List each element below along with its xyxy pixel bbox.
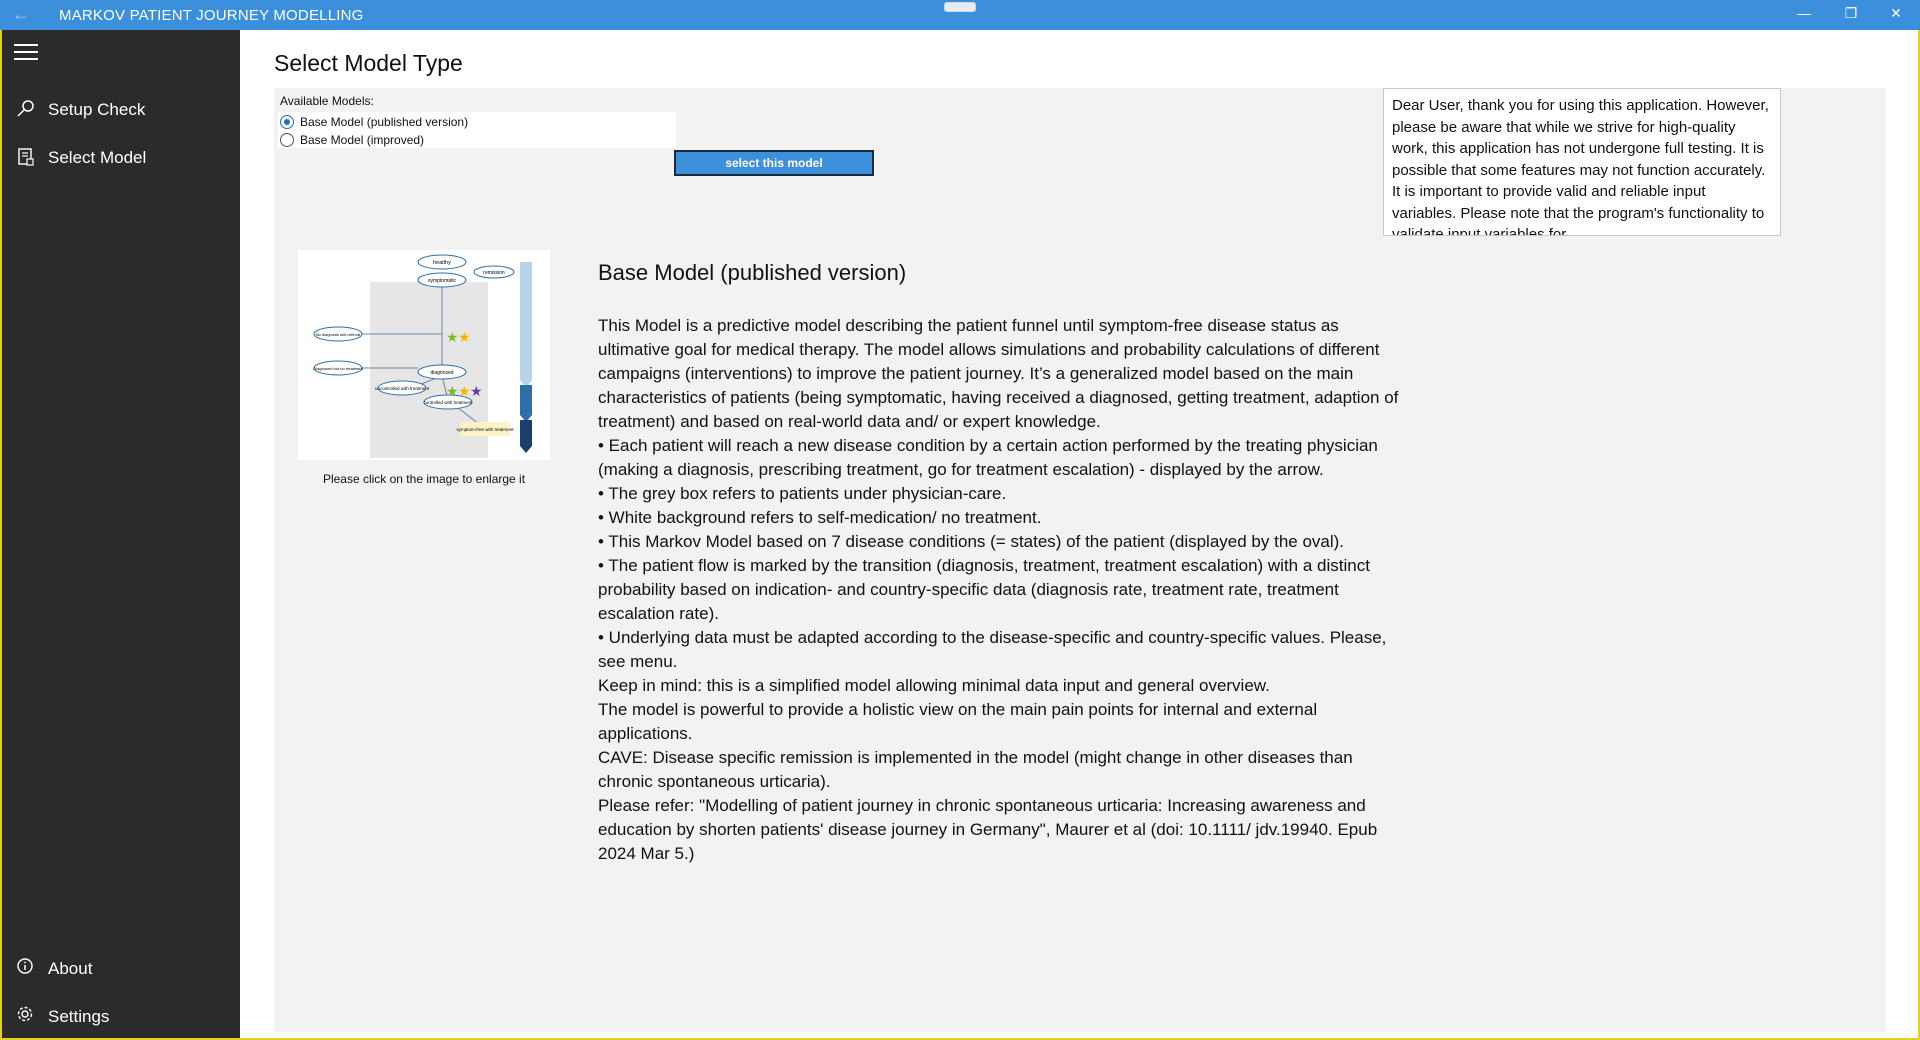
content-panel: Available Models: Base Model (published … [274, 88, 1886, 1032]
main-area: Select Model Type Available Models: Base… [240, 30, 1916, 1036]
markov-diagram: healthy remission symptomatic No diagnos… [298, 250, 550, 460]
model-radio-list: Base Model (published version) Base Mode… [278, 112, 676, 148]
page-title: Select Model Type [274, 50, 463, 76]
description-paragraph: This Model is a predictive model describ… [598, 316, 1399, 431]
gear-icon [17, 1006, 33, 1022]
description-paragraph: • The patient flow is marked by the tran… [598, 556, 1370, 623]
available-models-label: Available Models: [280, 94, 374, 108]
star-icon: ★ [446, 383, 459, 399]
search-icon [17, 100, 34, 117]
diagram-node-label: diagnosed [430, 370, 453, 376]
diagram-node-label: controlled with treatment [423, 400, 473, 405]
star-icon: ★ [458, 329, 471, 345]
description-paragraph: • Underlying data must be adapted accord… [598, 628, 1387, 671]
restore-button[interactable]: ❐ [1839, 5, 1863, 22]
close-button[interactable]: ✕ [1884, 5, 1908, 22]
drag-handle[interactable] [944, 2, 976, 12]
info-icon [17, 958, 33, 974]
nav-label: Setup Check [48, 100, 146, 119]
diagram-node-label: remission [483, 270, 505, 276]
description-paragraph: • The grey box refers to patients under … [598, 484, 1007, 503]
nav-item-settings[interactable]: Settings [2, 997, 240, 1037]
window-title: MARKOV PATIENT JOURNEY MODELLING [59, 7, 364, 24]
document-icon [18, 148, 34, 166]
minimize-button[interactable]: — [1792, 5, 1816, 21]
star-icon: ★ [470, 383, 483, 399]
radio-label: Base Model (published version) [300, 115, 469, 129]
model-title: Base Model (published version) [598, 260, 907, 285]
diagram-node-label: symptomatic [428, 278, 457, 284]
sidebar: Setup Check Select Model About Settings [2, 30, 240, 1038]
diagram-node-label: healthy [433, 260, 451, 266]
nav-item-setup-check[interactable]: Setup Check [2, 90, 240, 130]
description-paragraph: CAVE: Disease specific remission is impl… [598, 748, 1353, 791]
model-diagram-image[interactable]: healthy remission symptomatic No diagnos… [298, 250, 550, 460]
diagram-node-label: Diagnosed but no treatment [313, 366, 363, 371]
image-caption: Please click on the image to enlarge it [322, 472, 526, 486]
description-paragraph: Keep in mind: this is a simplified model… [598, 676, 1270, 695]
radio-label: Base Model (improved) [300, 133, 425, 147]
nav-label: About [48, 959, 93, 978]
description-paragraph: The model is powerful to provide a holis… [598, 700, 1318, 743]
star-icon: ★ [446, 329, 459, 345]
radio-button-selected[interactable] [280, 115, 294, 129]
select-model-button[interactable]: select this model [674, 150, 874, 176]
description-paragraph: • This Markov Model based on 7 disease c… [598, 532, 1345, 551]
hamburger-menu-icon[interactable] [14, 44, 38, 62]
diagram-node-label: uncontrolled with treatment [375, 386, 430, 391]
disclaimer-textbox[interactable]: Dear User, thank you for using this appl… [1383, 88, 1781, 236]
model-description: This Model is a predictive model describ… [598, 314, 1408, 866]
star-icon: ★ [458, 383, 471, 399]
nav-label: Settings [48, 1007, 110, 1026]
diagram-node-label: No diagnosis self-referral [316, 332, 361, 337]
back-arrow-icon[interactable]: ← [12, 4, 30, 25]
description-paragraph: • Each patient will reach a new disease … [598, 436, 1378, 479]
title-bar: ← MARKOV PATIENT JOURNEY MODELLING — ❐ ✕ [0, 0, 1920, 30]
description-paragraph: Please refer: "Modelling of patient jour… [598, 796, 1378, 863]
nav-item-about[interactable]: About [2, 949, 240, 989]
radio-button[interactable] [280, 133, 294, 147]
nav-item-select-model[interactable]: Select Model [2, 138, 240, 178]
description-paragraph: • White background refers to self-medica… [598, 508, 1042, 527]
diagram-node-label: symptom-free with treatment [456, 427, 514, 432]
nav-label: Select Model [48, 148, 147, 167]
